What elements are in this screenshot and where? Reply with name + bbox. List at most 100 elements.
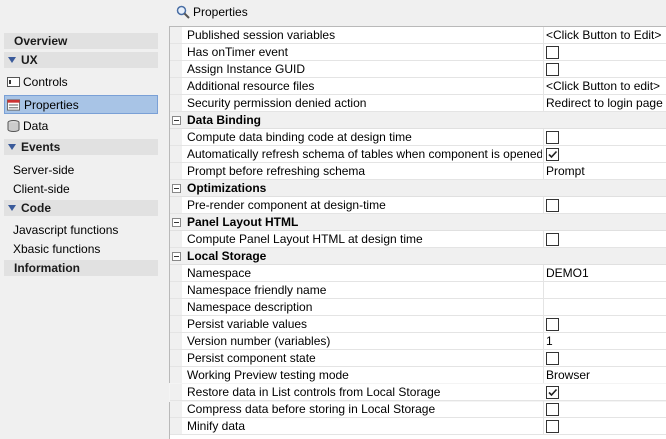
column-divider [543,146,544,162]
left-navigation: Overview UX Controls Properties Data Bin… [0,0,168,438]
property-name: Compress data before storing in Local St… [187,402,436,416]
property-checkbox[interactable] [546,199,559,212]
category-row[interactable]: Data Binding [170,112,666,129]
column-divider [543,316,544,332]
property-row[interactable]: Namespace description [170,299,666,316]
property-name: Namespace friendly name [187,283,327,297]
property-row[interactable]: Compress data before storing in Local St… [170,401,666,418]
property-row[interactable]: Working Preview testing mode Browser [170,367,666,384]
property-name: Assign Instance GUID [187,62,306,76]
row-gutter [170,78,182,94]
nav-section-ux[interactable]: UX [4,52,158,68]
row-gutter [170,367,182,383]
nav-section-events[interactable]: Events [4,139,158,155]
property-checkbox[interactable] [546,386,559,399]
row-gutter [170,418,182,434]
properties-icon [7,99,20,111]
collapse-icon[interactable] [172,252,181,261]
property-name: Version number (variables) [187,334,331,348]
nav-section-code[interactable]: Code [4,200,158,216]
column-divider [543,197,544,213]
property-name: Additional resource files [187,79,315,93]
checkmark-icon [548,150,558,159]
triangle-down-icon [8,144,16,150]
category-row[interactable]: Panel Layout HTML [170,214,666,231]
column-divider [543,282,544,298]
nav-item-properties[interactable]: Properties [4,95,158,114]
property-row[interactable]: Prompt before refreshing schema Prompt [170,163,666,180]
property-checkbox[interactable] [546,318,559,331]
nav-item-label: Xbasic functions [13,242,101,256]
property-name: Persist variable values [187,317,308,331]
collapse-icon[interactable] [172,184,181,193]
nav-item-label: Javascript functions [13,223,119,237]
property-row[interactable]: Has onTimer event [170,44,666,61]
property-row[interactable]: Assign Instance GUID [170,61,666,78]
property-row[interactable]: Automatically refresh schema of tables w… [170,146,666,163]
row-gutter [170,333,182,349]
property-checkbox[interactable] [546,46,559,59]
column-divider [543,44,544,60]
property-value[interactable] [546,299,666,315]
property-checkbox[interactable] [546,352,559,365]
collapse-icon[interactable] [172,218,181,227]
category-label: Data Binding [187,113,261,127]
property-checkbox[interactable] [546,148,559,161]
property-name: Published session variables [187,28,336,42]
collapse-icon[interactable] [172,116,181,125]
property-value[interactable]: Prompt [546,163,666,179]
nav-item-xbasic-functions[interactable]: Xbasic functions [13,240,100,258]
nav-item-server-side[interactable]: Server-side [13,161,74,179]
property-row[interactable]: Restore data in List controls from Local… [170,384,666,401]
checkmark-icon [548,388,558,397]
column-divider [543,367,544,383]
property-name: Restore data in List controls from Local… [187,385,441,399]
column-divider [543,95,544,111]
property-name: Persist component state [187,351,316,365]
row-gutter [170,265,182,281]
property-value[interactable]: Redirect to login page [546,95,666,111]
property-row[interactable]: Security permission denied action Redirec… [170,95,666,112]
property-row[interactable]: Additional resource files <Click Button t… [170,78,666,95]
category-row[interactable]: Local Storage [170,248,666,265]
property-name: Automatically refresh schema of tables w… [187,147,542,161]
property-row[interactable]: Published session variables <Click Button… [170,27,666,44]
property-checkbox[interactable] [546,131,559,144]
row-gutter [170,350,182,366]
property-row[interactable]: Persist component state [170,350,666,367]
column-divider [543,350,544,366]
row-gutter [170,129,182,145]
property-value[interactable]: Browser [546,367,666,383]
property-row[interactable]: Pre-render component at design-time [170,197,666,214]
property-row[interactable]: Minify data [170,418,666,435]
category-row[interactable]: Optimizations [170,180,666,197]
property-value[interactable]: 1 [546,333,666,349]
property-row[interactable]: Persist variable values [170,316,666,333]
property-value[interactable]: DEMO1 [546,265,666,281]
property-name: Compute Panel Layout HTML at design time [187,232,423,246]
property-value[interactable]: <Click Button to Edit> [546,27,666,43]
property-checkbox[interactable] [546,420,559,433]
property-grid: Published session variables <Click Button… [169,26,666,439]
column-divider [543,27,544,43]
property-name: Has onTimer event [187,45,288,59]
nav-section-information[interactable]: Information [4,260,158,276]
property-row[interactable]: Version number (variables) 1 [170,333,666,350]
property-row[interactable]: Namespace DEMO1 [170,265,666,282]
property-value[interactable]: <Click Button to edit> [546,78,666,94]
property-row[interactable]: Namespace friendly name [170,282,666,299]
nav-section-overview[interactable]: Overview [4,33,158,49]
nav-item-label: Properties [24,98,79,112]
controls-icon [7,77,20,87]
property-row[interactable]: Compute Panel Layout HTML at design time [170,231,666,248]
property-checkbox[interactable] [546,233,559,246]
nav-section-label: Code [21,201,51,215]
nav-item-client-side[interactable]: Client-side [13,180,70,198]
nav-section-label: Overview [14,34,68,48]
property-checkbox[interactable] [546,403,559,416]
property-row[interactable]: Compute data binding code at design time [170,129,666,146]
row-gutter [170,231,182,247]
property-value[interactable] [546,282,666,298]
property-checkbox[interactable] [546,63,559,76]
nav-item-javascript-functions[interactable]: Javascript functions [13,221,118,239]
